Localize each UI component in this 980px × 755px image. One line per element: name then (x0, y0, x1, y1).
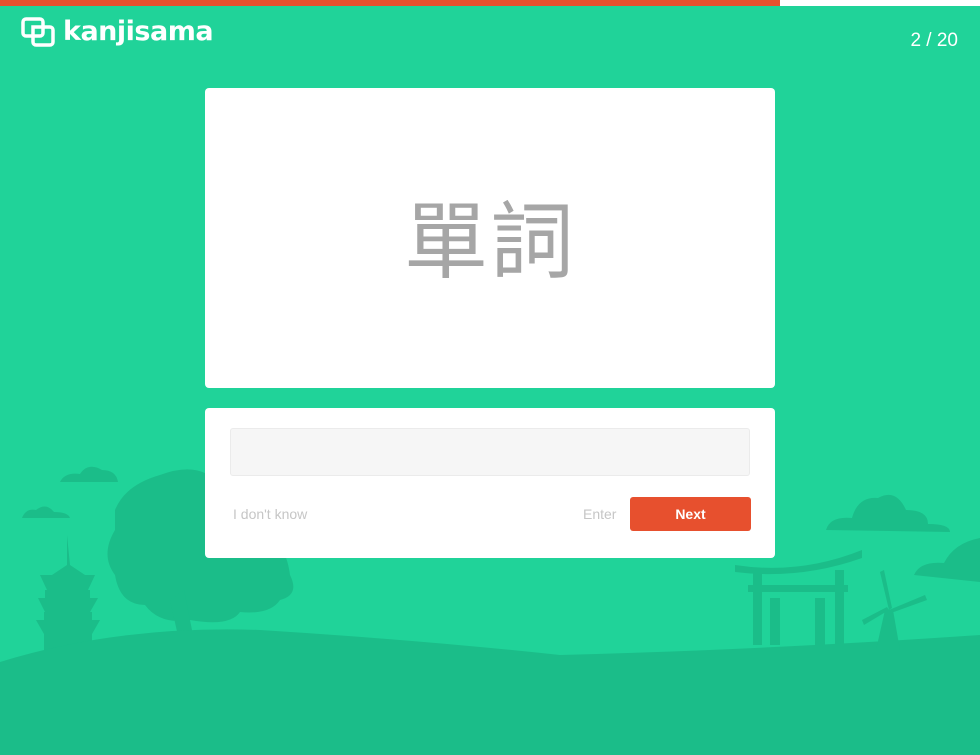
logo-icon (21, 17, 55, 47)
pagoda-silhouette (36, 535, 100, 650)
cloud-right (826, 494, 950, 532)
progress-bar-track (0, 0, 980, 6)
windmill (862, 570, 927, 650)
dont-know-link[interactable]: I don't know (233, 506, 307, 522)
cloud-left-small (22, 506, 70, 518)
logo[interactable]: kanjisama (21, 14, 214, 50)
answer-panel: I don't know Enter Next (205, 408, 775, 558)
question-counter: 2 / 20 (910, 30, 958, 51)
hill (0, 629, 980, 755)
logo-text: kanjisama (63, 16, 214, 47)
torii-gate (735, 550, 862, 645)
next-button[interactable]: Next (630, 497, 751, 531)
cloud-left-top (60, 466, 118, 482)
answer-input[interactable] (230, 428, 750, 476)
cloud-far-right (914, 538, 980, 582)
enter-hint: Enter (583, 506, 617, 522)
kanji-prompt: 單詞 (403, 193, 576, 291)
kanji-card: 單詞 (205, 88, 775, 388)
progress-bar-fill (0, 0, 781, 6)
